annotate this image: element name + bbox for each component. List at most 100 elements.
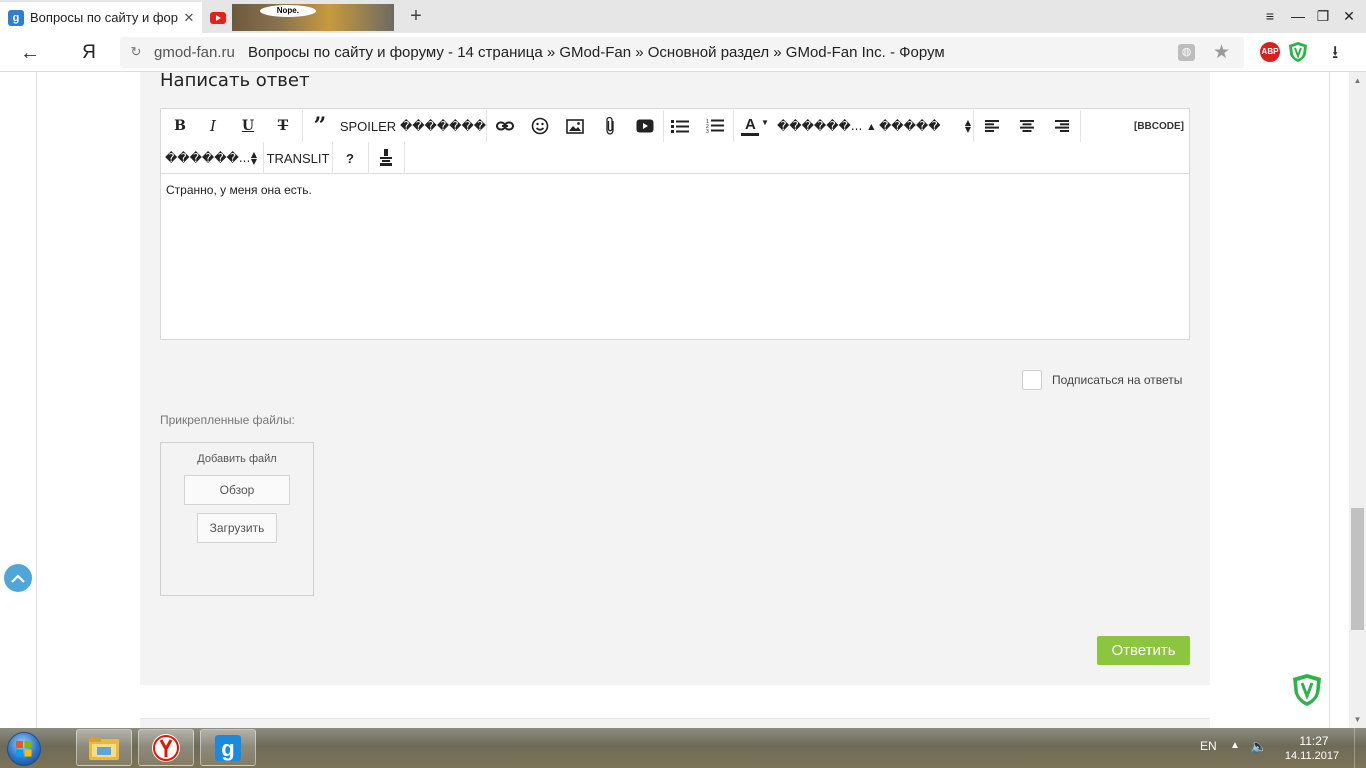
start-button[interactable] bbox=[4, 730, 44, 768]
attachments-box: Добавить файл Обзор Загрузить bbox=[160, 442, 314, 596]
toolbar-separator bbox=[302, 110, 303, 142]
protect-shield-icon[interactable] bbox=[1292, 673, 1322, 707]
align-left-icon bbox=[985, 120, 999, 132]
tab-title: Вопросы по сайту и фор bbox=[30, 10, 178, 25]
select-arrows-icon: ▲ bbox=[868, 121, 875, 131]
reload-icon[interactable]: ↻ bbox=[128, 44, 144, 60]
text-height-icon bbox=[380, 149, 392, 166]
tab-youtube[interactable]: Nope. bbox=[204, 2, 394, 33]
font-color-letter: A bbox=[745, 116, 756, 133]
taskbar-gmod[interactable]: g bbox=[200, 729, 256, 766]
svg-text:g: g bbox=[221, 736, 234, 761]
numbered-list-button[interactable]: 123 bbox=[699, 110, 731, 142]
menu-icon[interactable]: ≡ bbox=[1258, 4, 1282, 28]
submit-reply-button[interactable]: Ответить bbox=[1097, 636, 1190, 665]
subscribe-label: Подписаться на ответы bbox=[1052, 373, 1183, 387]
clock-time[interactable]: 11:27 bbox=[1286, 734, 1342, 748]
attachments-label: Прикрепленные файлы: bbox=[160, 413, 295, 427]
link-button[interactable] bbox=[489, 110, 521, 142]
bullet-list-icon bbox=[671, 119, 689, 133]
url-domain: gmod-fan.ru bbox=[154, 44, 235, 61]
attach-button[interactable] bbox=[594, 110, 626, 142]
select-arrows-icon: ▲ ▼ bbox=[964, 118, 971, 134]
quote-button[interactable]: ” bbox=[304, 110, 336, 142]
minimize-icon[interactable]: — bbox=[1286, 4, 1310, 28]
scroll-up-arrow-icon[interactable]: ▲ bbox=[1349, 72, 1366, 89]
image-button[interactable] bbox=[559, 110, 591, 142]
download-icon[interactable]: ⭳ bbox=[1332, 40, 1338, 70]
align-left-button[interactable] bbox=[976, 110, 1008, 142]
browse-button[interactable]: Обзор bbox=[184, 475, 290, 505]
explorer-icon bbox=[89, 736, 119, 760]
bbcode-toggle[interactable]: [BBCODE] bbox=[1131, 110, 1187, 142]
language-indicator[interactable]: EN bbox=[1200, 739, 1217, 753]
chevron-up-icon bbox=[11, 573, 25, 583]
font-family-select[interactable]: ������... ▲ bbox=[777, 110, 874, 142]
page-left-divider bbox=[36, 72, 37, 728]
emoticon-button[interactable] bbox=[524, 110, 556, 142]
font-color-button[interactable]: A ▼ bbox=[736, 110, 774, 142]
volume-icon[interactable]: 🔈 bbox=[1250, 738, 1267, 755]
font-size-select-label: ����� bbox=[879, 119, 941, 133]
close-tab-icon[interactable]: ✕ bbox=[182, 10, 196, 25]
editor-textarea[interactable]: Странно, у меня она есть. bbox=[166, 183, 312, 197]
show-desktop-button[interactable] bbox=[1354, 728, 1366, 768]
bookmark-star-icon[interactable]: ★ bbox=[1213, 41, 1230, 64]
italic-button[interactable]: I bbox=[198, 110, 228, 142]
add-file-title: Добавить файл bbox=[197, 453, 277, 465]
align-center-button[interactable] bbox=[1011, 110, 1043, 142]
caret-down-icon: ▼ bbox=[761, 117, 769, 127]
video-button[interactable] bbox=[629, 110, 661, 142]
taskbar-explorer[interactable] bbox=[76, 729, 132, 766]
video-thumbnail: Nope. bbox=[231, 4, 394, 31]
subscribe-checkbox[interactable] bbox=[1022, 370, 1042, 390]
omnibox[interactable]: ↻ gmod-fan.ru Вопросы по сайту и форуму … bbox=[120, 37, 1244, 68]
translate-icon[interactable]: ◍ bbox=[1178, 44, 1195, 61]
video-play-icon bbox=[636, 119, 654, 133]
translit-button[interactable]: TRANSLIT bbox=[265, 142, 331, 174]
toolbar-separator bbox=[733, 110, 734, 142]
address-bar: ← Я ↻ gmod-fan.ru Вопросы по сайту и фор… bbox=[0, 33, 1366, 72]
close-window-icon[interactable]: ✕ bbox=[1337, 4, 1361, 28]
adblock-icon[interactable]: ABP bbox=[1260, 42, 1280, 62]
taskbar-yandex-browser[interactable] bbox=[138, 729, 194, 766]
upload-button[interactable]: Загрузить bbox=[197, 513, 277, 543]
toolbar-separator bbox=[368, 142, 369, 174]
toolbar-separator bbox=[486, 110, 487, 142]
garbled-button[interactable]: ������� bbox=[400, 110, 486, 142]
scroll-down-arrow-icon[interactable]: ▼ bbox=[1349, 711, 1366, 728]
font-size-select[interactable]: ����� ▲ ▼ bbox=[879, 110, 971, 142]
page-right-divider bbox=[1329, 72, 1330, 728]
bullet-list-button[interactable] bbox=[664, 110, 696, 142]
clock-date[interactable]: 14.11.2017 bbox=[1280, 750, 1344, 762]
toolbar-separator bbox=[973, 110, 974, 142]
style-select[interactable]: ������... ▲ ▼ bbox=[165, 142, 261, 174]
align-right-button[interactable] bbox=[1046, 110, 1078, 142]
restore-icon[interactable]: ❐ bbox=[1311, 4, 1335, 28]
underline-button[interactable]: U bbox=[233, 110, 263, 142]
back-button[interactable]: ← bbox=[18, 41, 42, 65]
yandex-button[interactable]: Я bbox=[78, 41, 100, 65]
page-scrollbar[interactable]: ▲ ▼ bbox=[1349, 72, 1366, 728]
next-panel bbox=[140, 718, 1210, 728]
protect-shield-icon[interactable] bbox=[1288, 41, 1308, 63]
spoiler-button[interactable]: SPOILER bbox=[339, 110, 397, 142]
smiley-icon bbox=[531, 117, 549, 135]
windows-flag-icon bbox=[16, 741, 32, 757]
svg-text:3: 3 bbox=[706, 129, 709, 134]
bold-button[interactable]: B bbox=[165, 110, 195, 142]
tab-gmod-forum[interactable]: g Вопросы по сайту и фор ✕ bbox=[0, 2, 202, 33]
new-tab-button[interactable]: + bbox=[405, 5, 427, 27]
scrollbar-thumb[interactable] bbox=[1351, 508, 1364, 630]
link-icon bbox=[496, 121, 514, 131]
windows-logo-icon bbox=[7, 732, 41, 766]
windows-taskbar: g EN ▲ 🔈 11:27 14.11.2017 bbox=[0, 728, 1366, 768]
help-button[interactable]: ? bbox=[334, 142, 366, 174]
remove-format-button[interactable] bbox=[370, 142, 402, 174]
scroll-to-top-button[interactable] bbox=[4, 564, 32, 592]
strikethrough-button[interactable]: T bbox=[268, 110, 298, 142]
show-hidden-icons-icon[interactable]: ▲ bbox=[1230, 740, 1240, 751]
editor-toolbar: B I U T ” SPOILER ������� 1 2 3 A ▼ ����… bbox=[161, 109, 1189, 174]
numbered-list-icon: 123 bbox=[706, 119, 724, 134]
gmod-app-icon: g bbox=[215, 734, 241, 761]
